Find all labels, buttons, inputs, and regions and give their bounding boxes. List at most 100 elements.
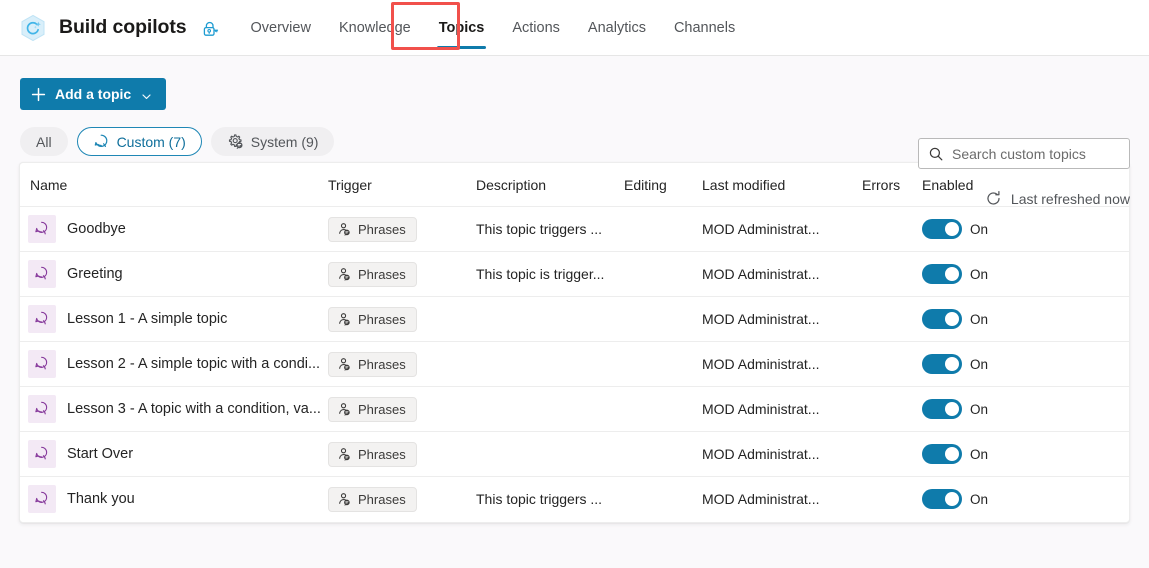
cell-description: [476, 296, 624, 342]
cell-name: Start Over: [20, 431, 328, 477]
column-header-editing[interactable]: Editing: [624, 163, 702, 207]
topic-last-modified: MOD Administrat...: [702, 446, 820, 462]
trigger-badge[interactable]: Phrases: [328, 396, 417, 422]
topic-chat-icon: [28, 350, 56, 378]
enabled-toggle[interactable]: [922, 264, 962, 284]
topic-chat-icon: [28, 485, 56, 514]
enabled-label: On: [970, 401, 989, 417]
cell-trigger: Phrases: [328, 477, 476, 522]
trigger-badge[interactable]: Phrases: [328, 441, 417, 467]
refresh-icon: [985, 190, 1002, 207]
cell-name: Goodbye: [20, 206, 328, 252]
enabled-toggle[interactable]: [922, 489, 962, 510]
brand: Build copilots: [18, 13, 225, 43]
enabled-toggle[interactable]: [922, 354, 962, 374]
topic-description: This topic triggers ...: [476, 491, 603, 508]
page-title: Build copilots: [59, 16, 187, 38]
cell-description: This topic is trigger...: [476, 251, 624, 297]
add-topic-label: Add a topic: [55, 86, 132, 102]
cell-trigger: Phrases: [328, 386, 476, 432]
cell-name: Lesson 2 - A simple topic with a condi..…: [20, 341, 328, 387]
trigger-badge[interactable]: Phrases: [328, 261, 417, 287]
cell-editing: [624, 477, 702, 522]
enabled-toggle[interactable]: [922, 219, 962, 239]
cell-description: [476, 341, 624, 387]
topics-toolbar: Add a topic All Custom (7) System (9) Se…: [0, 56, 1149, 207]
cell-last-modified: MOD Administrat...: [702, 341, 862, 387]
filter-pill-all[interactable]: All: [20, 127, 68, 156]
enabled-label: On: [970, 491, 989, 507]
column-header-errors[interactable]: Errors: [862, 163, 922, 207]
phrases-person-icon: [337, 312, 351, 326]
tab-analytics[interactable]: Analytics: [574, 0, 660, 56]
cell-editing: [624, 296, 702, 342]
chat-bubble-icon: [93, 133, 110, 150]
topic-name: Lesson 2 - A simple topic with a condi..…: [67, 356, 321, 372]
cell-enabled: On: [922, 206, 1129, 252]
table-row[interactable]: Lesson 3 - A topic with a condition, va.…: [20, 386, 1129, 432]
trigger-badge[interactable]: Phrases: [328, 306, 417, 332]
table-row[interactable]: Goodbye Phrases This topic triggers ...: [20, 206, 1129, 252]
enabled-toggle[interactable]: [922, 399, 962, 419]
table-row[interactable]: Thank you Phrases This topic triggers ..: [20, 477, 1129, 522]
tab-overview[interactable]: Overview: [237, 0, 325, 56]
trigger-label: Phrases: [358, 446, 406, 462]
cell-trigger: Phrases: [328, 431, 476, 477]
trigger-label: Phrases: [358, 311, 406, 327]
trigger-badge[interactable]: Phrases: [328, 486, 417, 512]
tab-label: Topics: [438, 19, 485, 36]
cell-description: [476, 386, 624, 432]
add-topic-button[interactable]: Add a topic: [20, 78, 167, 110]
tab-actions[interactable]: Actions: [498, 0, 574, 56]
phrases-person-icon: [337, 267, 351, 281]
enabled-label: On: [970, 446, 989, 462]
cell-trigger: Phrases: [328, 251, 476, 297]
filter-pill-system[interactable]: System (9): [210, 127, 335, 156]
cell-description: [476, 431, 624, 477]
filter-pill-custom[interactable]: Custom (7): [76, 127, 202, 156]
phrases-person-icon: [337, 222, 351, 236]
column-header-name[interactable]: Name: [20, 163, 328, 207]
search-box[interactable]: [918, 138, 1130, 169]
topics-table-header: Name Trigger Description Editing Last mo…: [20, 163, 1129, 207]
cell-editing: [624, 251, 702, 297]
column-header-description[interactable]: Description: [476, 163, 624, 207]
cell-last-modified: MOD Administrat...: [702, 296, 862, 342]
cell-last-modified: MOD Administrat...: [702, 206, 862, 252]
tab-label: Overview: [250, 19, 311, 36]
enabled-toggle[interactable]: [922, 309, 962, 329]
topics-table-card: Name Trigger Description Editing Last mo…: [19, 162, 1130, 523]
cell-name: Lesson 1 - A simple topic: [20, 296, 328, 342]
cell-errors: [862, 206, 922, 252]
topic-last-modified: MOD Administrat...: [702, 311, 820, 327]
cell-name: Thank you: [20, 477, 328, 522]
last-refreshed-status[interactable]: Last refreshed now: [985, 190, 1130, 207]
topic-last-modified: MOD Administrat...: [702, 356, 820, 372]
topic-description: This topic is trigger...: [476, 266, 605, 282]
topic-name: Greeting: [67, 266, 123, 282]
tab-channels[interactable]: Channels: [660, 0, 749, 56]
table-row[interactable]: Greeting Phrases This topic is trigger..: [20, 251, 1129, 297]
table-row[interactable]: Start Over Phrases MOD Administrat... On: [20, 431, 1129, 477]
trigger-label: Phrases: [358, 356, 406, 372]
table-row[interactable]: Lesson 2 - A simple topic with a condi..…: [20, 341, 1129, 387]
cell-editing: [624, 386, 702, 432]
trigger-badge[interactable]: Phrases: [328, 216, 417, 242]
tab-topics[interactable]: Topics: [425, 0, 499, 56]
column-header-trigger[interactable]: Trigger: [328, 163, 476, 207]
column-header-last-modified[interactable]: Last modified: [702, 163, 862, 207]
topic-last-modified: MOD Administrat...: [702, 491, 820, 508]
cell-enabled: On: [922, 296, 1129, 342]
trigger-badge[interactable]: Phrases: [328, 351, 417, 377]
search-input[interactable]: [952, 139, 1120, 168]
phrases-person-icon: [337, 357, 351, 371]
enabled-toggle[interactable]: [922, 444, 962, 464]
tab-knowledge[interactable]: Knowledge: [325, 0, 425, 56]
table-row[interactable]: Lesson 1 - A simple topic Phrases MOD Ad…: [20, 296, 1129, 342]
trigger-label: Phrases: [358, 491, 406, 507]
lock-key-icon: [201, 20, 219, 38]
trigger-label: Phrases: [358, 401, 406, 417]
cell-last-modified: MOD Administrat...: [702, 477, 862, 522]
cell-enabled: On: [922, 477, 1129, 522]
app-header: Build copilots Overview Knowledge Topics…: [0, 0, 1149, 56]
